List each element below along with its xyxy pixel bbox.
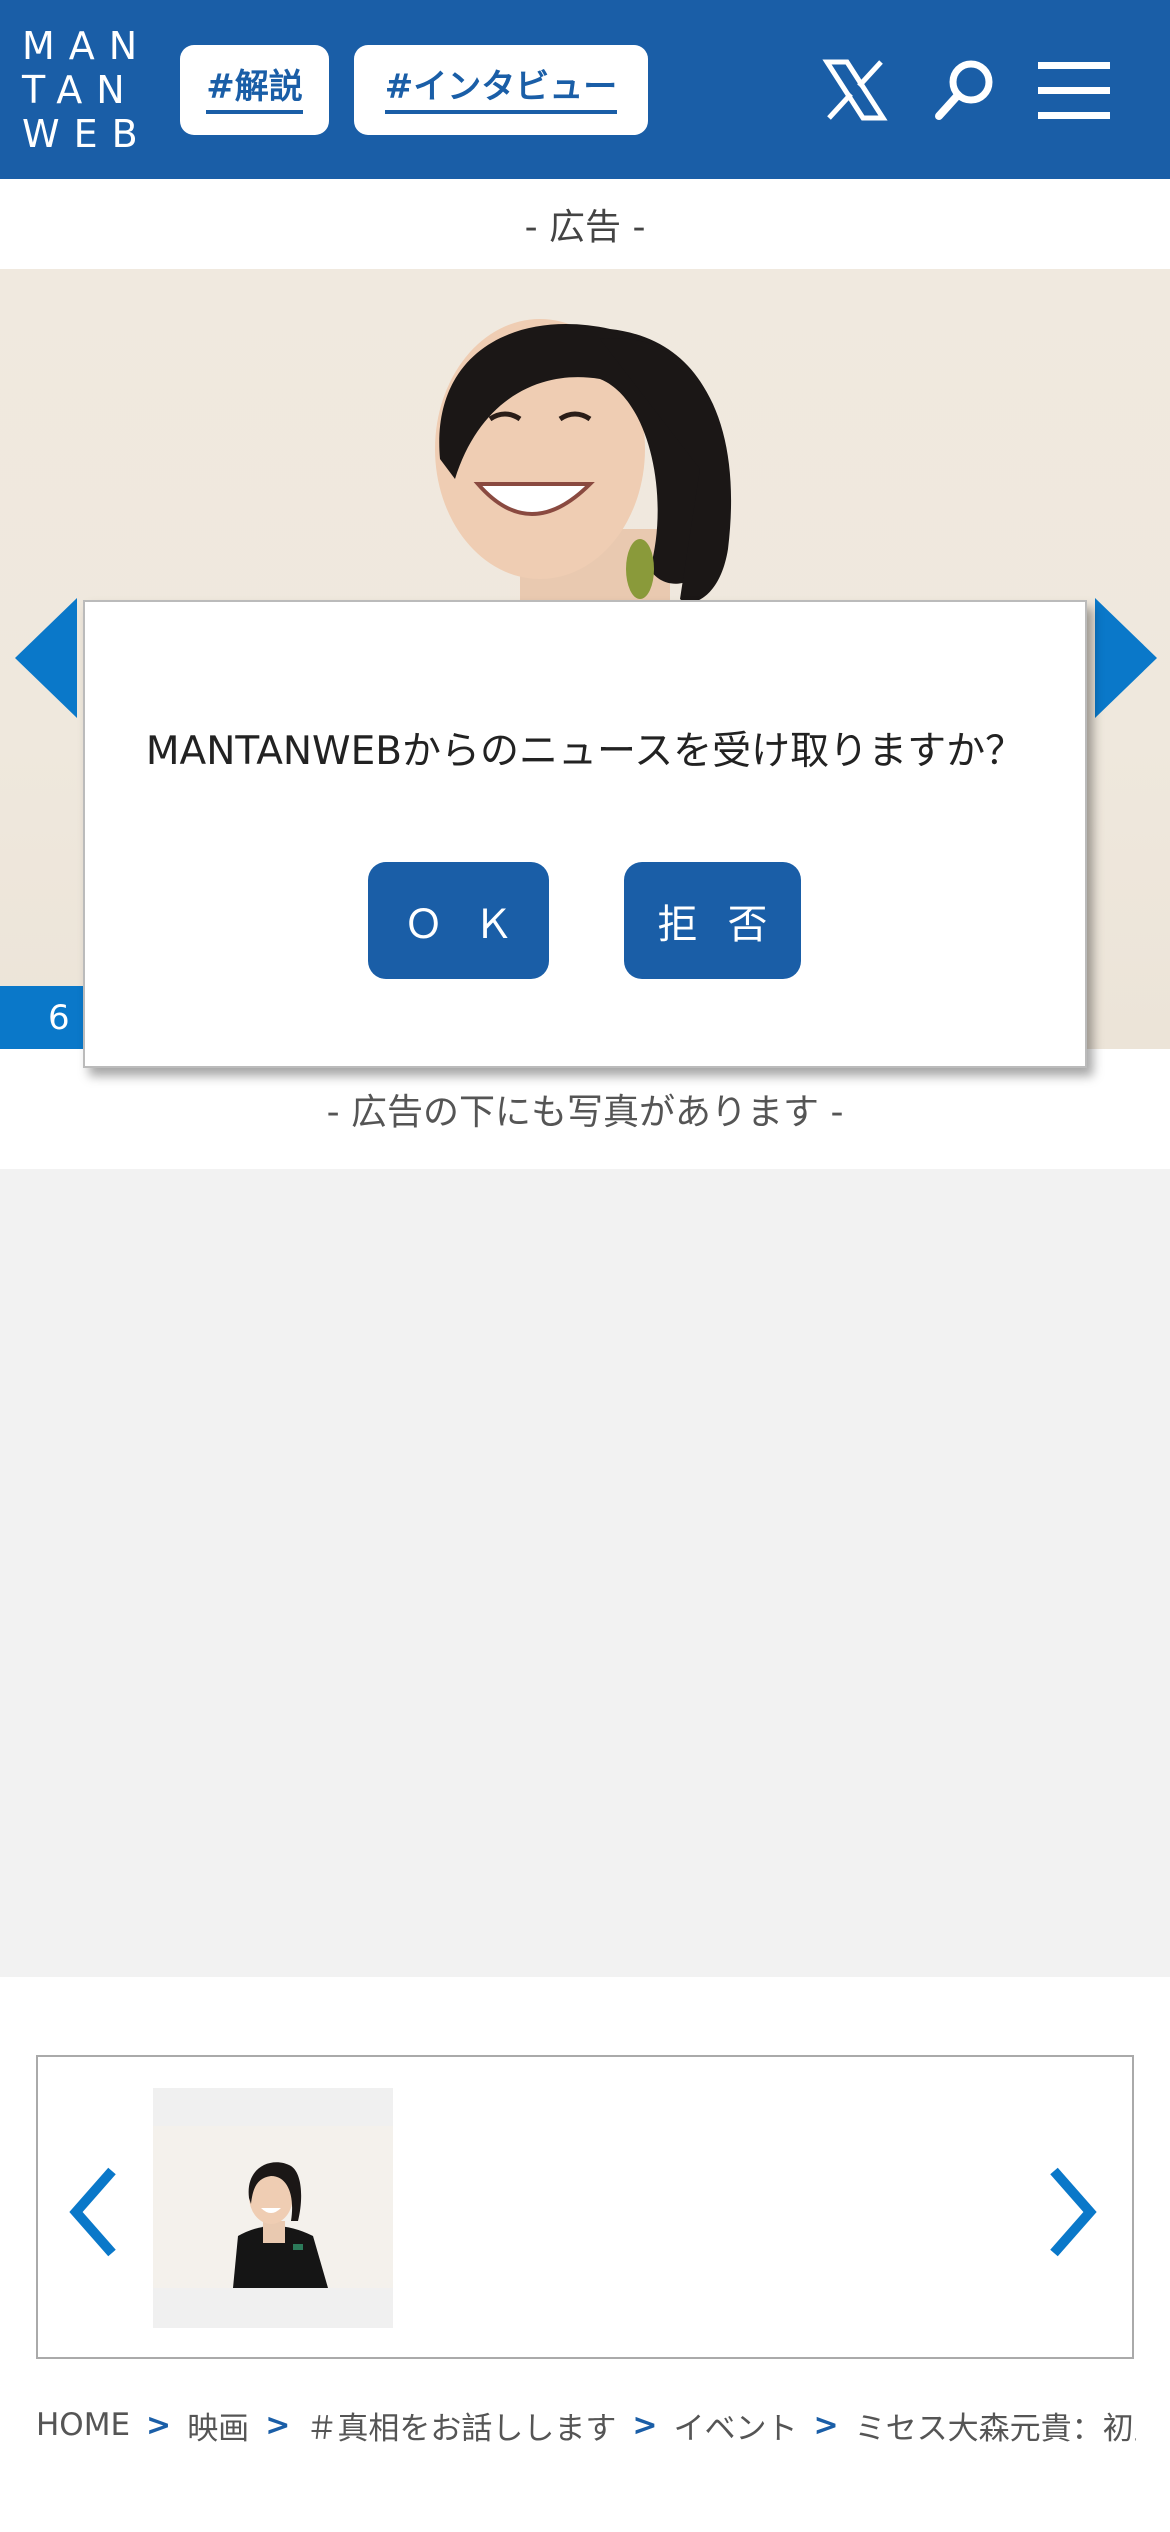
- site-logo[interactable]: MAN TAN WEB: [22, 24, 162, 156]
- tag-kaisetsu-button[interactable]: #解説: [180, 45, 329, 135]
- photo-counter: 6: [0, 986, 90, 1049]
- breadcrumb-separator: >: [813, 2407, 839, 2443]
- breadcrumb-separator: >: [146, 2407, 172, 2443]
- deny-button[interactable]: 拒否: [624, 862, 801, 979]
- breadcrumb-separator: >: [632, 2407, 658, 2443]
- thumbnail-image: [153, 2126, 393, 2288]
- tag-interview-label: #インタビュー: [384, 66, 618, 114]
- thumb-next-arrow-icon[interactable]: [1048, 2167, 1098, 2257]
- logo-line-1: MAN: [22, 24, 152, 68]
- ad-label: - 広告 -: [524, 207, 646, 248]
- breadcrumb-event[interactable]: イベント: [673, 2403, 797, 2448]
- thumbnail-item[interactable]: [153, 2088, 393, 2328]
- logo-line-3: WEB: [22, 112, 152, 156]
- thumbnail-strip: [36, 2055, 1134, 2359]
- notification-dialog: MANTANWEBからのニュースを受け取りますか？ ＯＫ 拒否: [83, 600, 1087, 1068]
- thumb-prev-arrow-icon[interactable]: [68, 2167, 118, 2257]
- ad-space: [0, 1169, 1170, 1977]
- x-icon[interactable]: [815, 50, 895, 130]
- tag-kaisetsu-label: #解説: [206, 66, 303, 114]
- breadcrumb-movie[interactable]: 映画: [187, 2403, 249, 2448]
- tag-interview-button[interactable]: #インタビュー: [354, 45, 648, 135]
- site-header: MAN TAN WEB #解説 #インタビュー: [0, 0, 1170, 179]
- prev-photo-arrow-icon[interactable]: [15, 598, 77, 718]
- search-icon[interactable]: [925, 50, 1005, 130]
- breadcrumb-article[interactable]: ミセス大森元貴：初主演: [855, 2403, 1136, 2448]
- dialog-message: MANTANWEBからのニュースを受け取りますか？: [145, 729, 1025, 774]
- next-photo-arrow-icon[interactable]: [1095, 598, 1157, 718]
- menu-icon[interactable]: [1030, 50, 1130, 130]
- breadcrumb-home[interactable]: HOME: [36, 2407, 130, 2443]
- breadcrumb-tag[interactable]: ＃真相をお話しします: [306, 2403, 616, 2448]
- ok-button[interactable]: ＯＫ: [368, 862, 549, 979]
- breadcrumb-separator: >: [265, 2407, 291, 2443]
- logo-line-2: TAN: [22, 68, 139, 112]
- breadcrumb: HOME > 映画 > ＃真相をお話しします > イベント > ミセス大森元貴：…: [36, 2400, 1136, 2450]
